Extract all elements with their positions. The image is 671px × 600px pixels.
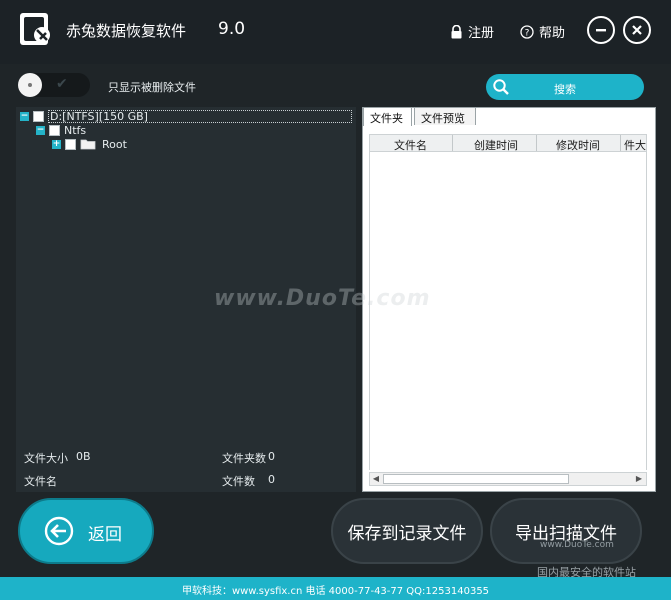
folder-count-label: 文件夹数 [222,452,266,465]
folder-count-value: 0 [268,450,275,463]
file-name-label: 文件名 [24,475,57,488]
app-title: 赤兔数据恢复软件 [66,22,187,40]
watermark-site: www.DuoTe.com [540,540,614,550]
tree-item-drive[interactable]: − D:[NTFS][150 GB] [20,109,352,123]
scrollbar-thumb[interactable] [383,474,569,484]
column-divider[interactable] [620,135,621,151]
toggle-knob[interactable] [18,73,42,97]
column-divider[interactable] [452,135,453,151]
file-list[interactable] [369,152,647,470]
drive-label: D:[NTFS][150 GB] [48,109,352,123]
minus-icon [596,29,606,32]
app-logo-icon [20,13,50,45]
scroll-left-arrow-icon[interactable]: ◀ [370,473,382,485]
close-button[interactable] [623,16,651,44]
column-divider[interactable] [536,135,537,151]
help-button[interactable]: ? 帮助 [520,22,565,41]
register-label: 注册 [468,26,495,41]
lock-icon [451,24,462,38]
svg-text:?: ? [525,28,530,38]
scroll-right-arrow-icon[interactable]: ▶ [633,473,645,485]
collapse-icon[interactable]: − [36,125,45,135]
ntfs-checkbox[interactable] [49,124,60,136]
ntfs-label: Ntfs [64,123,87,137]
app-version: 9.0 [218,19,246,39]
tree-item-ntfs[interactable]: − Ntfs [36,123,86,137]
file-count-value: 0 [268,473,275,486]
root-checkbox[interactable] [65,138,76,150]
file-count-label: 文件数 [222,475,255,488]
expand-icon[interactable]: + [52,139,61,149]
collapse-icon[interactable]: − [20,111,29,121]
search-icon [493,79,509,95]
column-header-size[interactable]: 件大 [624,137,646,151]
back-button[interactable] [18,498,154,564]
knob-dot-icon [28,83,32,87]
drive-checkbox[interactable] [33,110,44,122]
tab-folder[interactable]: 文件夹 [363,107,412,126]
column-header-modified[interactable]: 修改时间 [556,137,600,151]
search-label: 搜索 [554,83,576,96]
file-size-label: 文件大小 [24,452,68,465]
minimize-button[interactable] [587,16,615,44]
help-icon: ? [520,24,534,39]
footer-contact-text: 甲软科技：www.sysfix.cn 电话 4000-77-43-77 QQ:1… [181,586,490,597]
folder-icon [80,139,96,150]
back-arrow-icon [44,516,74,546]
check-icon: ✔ [56,76,68,92]
root-label: Root [102,137,127,151]
back-label: 返回 [88,525,122,545]
tree-item-root[interactable]: + Root [52,137,127,151]
file-size-value: 0B [76,450,91,463]
watermark: www.DuoTe.com [214,286,431,311]
export-scan-button[interactable]: 导出扫描文件 [490,498,642,564]
deleted-only-label: 只显示被删除文件 [108,81,196,94]
column-header-created[interactable]: 创建时间 [474,137,518,151]
save-to-record-button[interactable]: 保存到记录文件 [331,498,483,564]
tab-file-preview[interactable]: 文件预览 [414,107,476,125]
register-button[interactable]: 注册 [450,22,494,41]
close-icon [632,25,642,35]
help-label: 帮助 [539,26,566,41]
file-list-header: 文件名 创建时间 修改时间 件大 [369,134,647,152]
column-header-filename[interactable]: 文件名 [394,137,427,151]
